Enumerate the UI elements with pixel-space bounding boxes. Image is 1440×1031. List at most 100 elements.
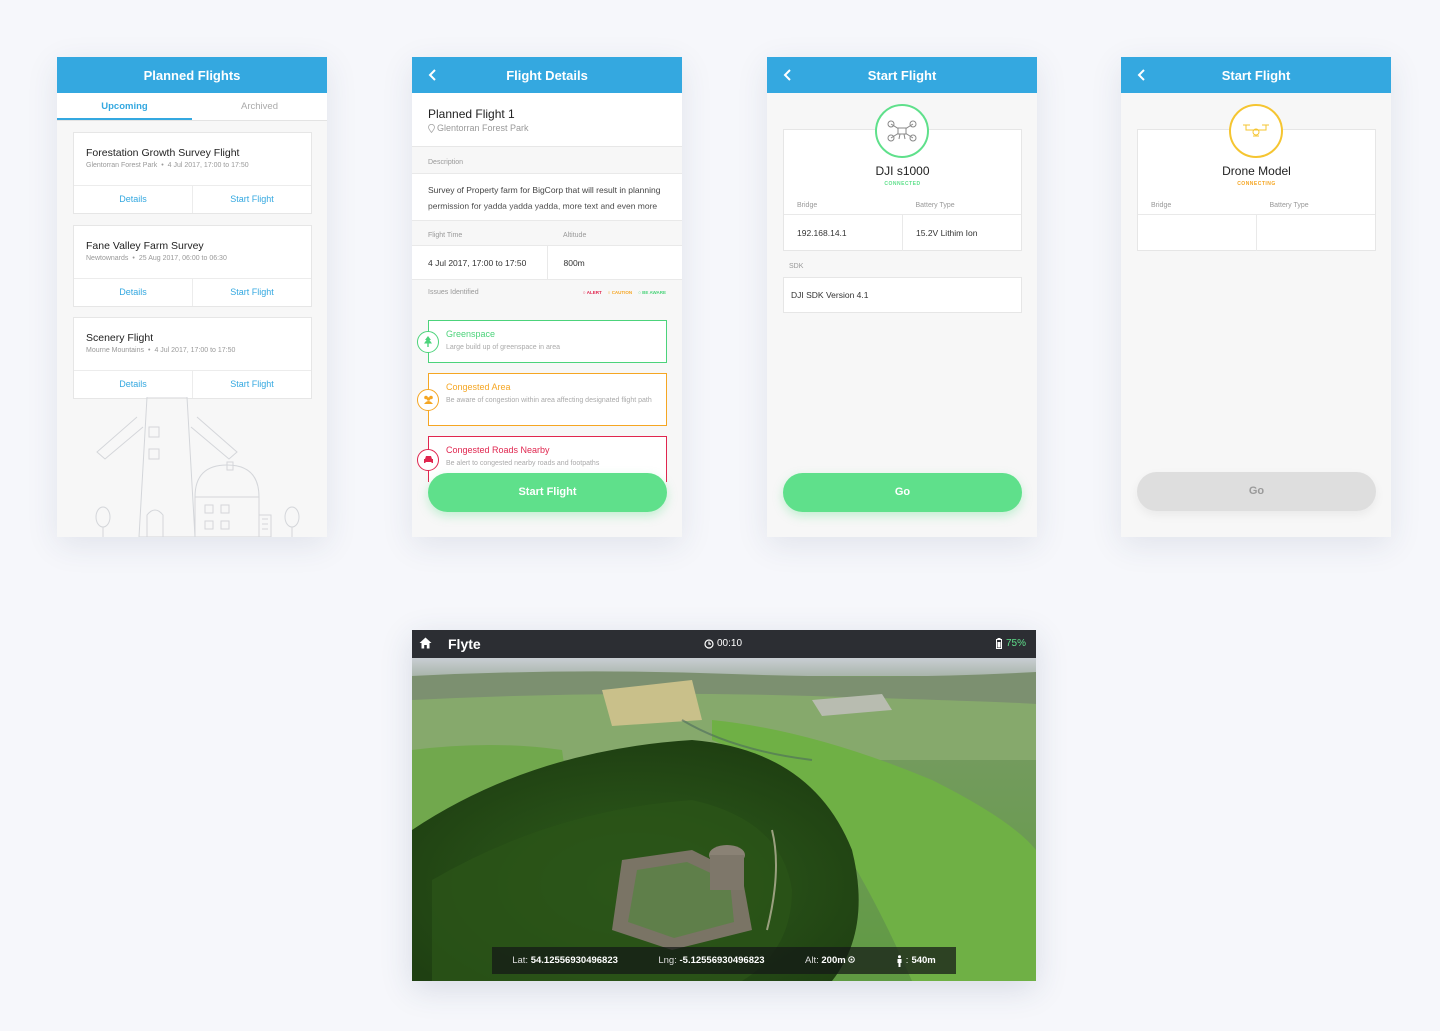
telemetry-bar: Lat: 54.12556930496823 Lng: -5.125569304…	[492, 947, 956, 974]
tab-archived[interactable]: Archived	[192, 93, 327, 120]
flight-time: 25 Aug 2017, 06:00 to 06:30	[138, 255, 227, 262]
issue-title: Congested Area	[446, 382, 511, 392]
flight-name: Planned Flight 1	[428, 107, 515, 121]
drone-icon	[1229, 104, 1283, 158]
sdk-value: DJI SDK Version 4.1	[783, 277, 1022, 313]
separator: •	[132, 255, 135, 262]
altitude-label: Altitude	[563, 232, 587, 239]
flight-time-label: Flight Time	[428, 232, 463, 239]
description-label: Description	[428, 159, 464, 166]
flight-timer: 00:10	[704, 638, 742, 649]
lat-label: Lat:	[512, 955, 529, 966]
header-bar: Start Flight	[767, 57, 1037, 93]
start-flight-button[interactable]: Start Flight	[193, 371, 311, 398]
tree-icon	[417, 330, 439, 353]
person-distance-icon	[897, 954, 902, 967]
lng-label: Lng:	[658, 955, 677, 966]
tab-upcoming[interactable]: Upcoming	[57, 93, 192, 120]
location-pin-icon	[428, 123, 435, 133]
battery-icon	[995, 638, 1002, 649]
issues-label: Issues Identified	[428, 288, 479, 296]
planned-flights-screen: Planned Flights Upcoming Archived Forest…	[57, 57, 327, 537]
flight-title: Forestation Growth Survey Flight	[86, 147, 240, 159]
app-brand: Flyte	[448, 636, 481, 652]
header-bar: Start Flight	[1121, 57, 1391, 93]
flight-time: 4 Jul 2017, 17:00 to 17:50	[154, 347, 236, 354]
connection-status: CONNECTING	[1237, 181, 1276, 187]
windmill-illustration	[95, 397, 300, 537]
start-flight-button[interactable]: Start Flight	[193, 279, 311, 306]
distance-value: 540m	[911, 955, 936, 966]
details-button[interactable]: Details	[74, 186, 193, 213]
flight-location: Glentorran Forest Park	[437, 123, 529, 133]
battery-value: 75%	[1005, 638, 1026, 649]
flight-title: Scenery Flight	[86, 332, 154, 344]
flight-location: Mourne Mountains	[86, 347, 144, 354]
altitude-value: 200m	[821, 955, 846, 966]
separator: •	[161, 162, 164, 169]
go-button[interactable]: Go	[783, 473, 1022, 512]
legend-caution: CAUTION	[611, 289, 633, 295]
back-arrow-icon[interactable]	[1135, 68, 1149, 82]
flight-title: Fane Valley Farm Survey	[86, 240, 204, 252]
clock-icon	[704, 638, 714, 649]
battery-indicator: 75%	[995, 638, 1026, 649]
sdk-label: SDK	[789, 263, 804, 270]
issue-text: Be aware of congestion within area affec…	[446, 397, 652, 404]
issue-title: Greenspace	[446, 329, 496, 339]
video-top-bar: Flyte 00:10 75%	[412, 630, 1036, 658]
issue-text: Large build up of greenspace in area	[446, 344, 561, 351]
start-flight-button[interactable]: Start Flight	[193, 186, 311, 213]
latitude-value: 54.12556930496823	[530, 955, 618, 966]
legend-aware: BE AWARE	[642, 289, 666, 295]
start-flight-connecting-screen: Start Flight Drone Model CONNECTING Brid…	[1121, 57, 1391, 537]
page-title: Start Flight	[867, 67, 937, 83]
details-button[interactable]: Details	[74, 371, 193, 398]
flight-location: Glentorran Forest Park	[86, 162, 158, 169]
battery-type-label: Battery Type	[915, 202, 955, 209]
issue-card-congested-area[interactable]: Congested Area Be aware of congestion wi…	[417, 373, 667, 426]
people-icon	[417, 388, 439, 411]
legend-alert: ALERT	[586, 289, 602, 295]
separator: •	[147, 347, 151, 354]
alt-label: Alt:	[805, 955, 819, 966]
issue-text: Be alert to congested nearby roads and f…	[446, 460, 600, 467]
page-title: Flight Details	[506, 67, 588, 83]
timer-value: 00:10	[717, 638, 743, 649]
start-flight-button[interactable]: Start Flight	[428, 473, 667, 512]
description-text: Survey of Property farm for BigCorp that…	[412, 173, 682, 221]
tab-bar: Upcoming Archived	[57, 93, 327, 121]
issue-card-greenspace[interactable]: Greenspace Large build up of greenspace …	[417, 320, 667, 363]
issues-header: Issues Identified ○ ALERT ○ CAUTION ○ BE…	[412, 280, 682, 304]
flight-card: Forestation Growth Survey Flight Glentor…	[73, 132, 312, 214]
bridge-value: 192.168.14.1	[797, 228, 847, 238]
drone-icon	[875, 104, 929, 158]
bridge-label: Bridge	[797, 202, 818, 209]
altitude-value: 800m	[546, 245, 682, 280]
header-bar: Planned Flights	[57, 57, 327, 93]
drone-name: DJI s1000	[875, 164, 930, 178]
battery-type-value	[1256, 215, 1375, 251]
page-title: Start Flight	[1221, 67, 1291, 83]
issue-title: Congested Roads Nearby	[446, 445, 550, 455]
car-icon	[417, 448, 439, 471]
start-flight-connected-screen: Start Flight DJI s1000 CONNECTED Bridge …	[767, 57, 1037, 537]
flight-details-screen: Flight Details Planned Flight 1 Glentorr…	[412, 57, 682, 537]
back-arrow-icon[interactable]	[781, 68, 795, 82]
flight-header: Planned Flight 1 Glentorran Forest Park	[412, 93, 682, 147]
back-arrow-icon[interactable]	[426, 68, 440, 82]
drone-name: Drone Model	[1222, 164, 1291, 178]
flight-card: Fane Valley Farm Survey Newtownards • 25 A…	[73, 225, 312, 307]
issues-legend: ○ ALERT ○ CAUTION ○ BE AWARE	[582, 289, 666, 295]
home-icon[interactable]	[419, 637, 432, 649]
bridge-value	[1138, 215, 1256, 251]
aerial-camera-feed	[412, 630, 1036, 981]
flight-video-screen: Flyte 00:10 75% Lat: 54.12556930496823 L…	[412, 630, 1036, 981]
flight-time: 4 Jul 2017, 17:00 to 17:50	[167, 162, 249, 169]
flight-card: Scenery Flight Mourne Mountains • 4 Jul 20…	[73, 317, 312, 399]
go-button[interactable]: Go	[1137, 472, 1376, 511]
details-button[interactable]: Details	[74, 279, 193, 306]
flight-time-value: 4 Jul 2017, 17:00 to 17:50	[412, 245, 547, 280]
flight-location: Newtownards	[86, 255, 129, 262]
longitude-value: -5.12556930496823	[679, 955, 765, 966]
